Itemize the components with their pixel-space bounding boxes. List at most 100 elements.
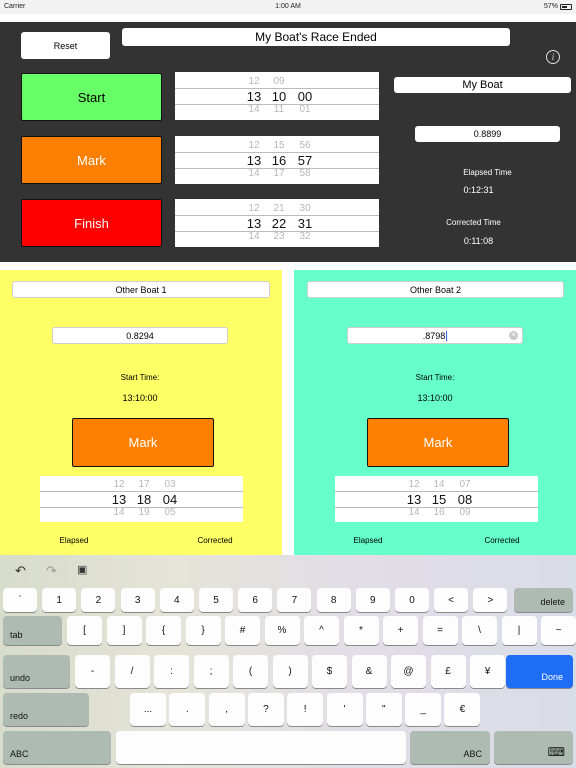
picker-minutes-column[interactable]: 09 10 11 (268, 72, 290, 120)
other-boat-2-panel: Other Boat 2 .8798 ✕ Start Time: 13:10:0… (294, 270, 576, 555)
char-key[interactable]: € (444, 693, 481, 726)
picker-minutes-column[interactable]: 21 22 23 (268, 199, 290, 247)
redo-key[interactable]: redo (3, 693, 89, 726)
boat-name-field[interactable]: Other Boat 2 (307, 281, 564, 298)
char-key[interactable]: | (501, 616, 537, 645)
undo-icon[interactable]: ↶ (15, 563, 26, 579)
picker-hours-column[interactable]: 12 13 14 (243, 199, 265, 247)
mark-button[interactable]: Mark (367, 418, 509, 467)
char-key[interactable]: ^ (304, 616, 339, 645)
start-time-picker[interactable]: 12 13 14 09 10 11 00 01 (175, 72, 379, 120)
char-key[interactable]: 3 (120, 588, 155, 612)
char-key[interactable]: _ (405, 693, 442, 726)
picker-minutes-column[interactable]: 17 18 19 (133, 476, 155, 522)
char-key[interactable]: ~ (541, 616, 576, 645)
start-button[interactable]: Start (21, 73, 162, 121)
done-key[interactable]: Done (506, 655, 573, 688)
mark-time-picker[interactable]: 12 13 14 17 18 19 03 04 05 (40, 476, 243, 522)
picker-minutes-column[interactable]: 15 16 17 (268, 136, 290, 184)
char-key[interactable]: 4 (159, 588, 194, 612)
mark-button[interactable]: Mark (72, 418, 214, 467)
battery-icon (560, 3, 572, 10)
picker-hours-column[interactable]: 12 13 14 (243, 136, 265, 184)
char-key[interactable]: @ (391, 655, 426, 688)
char-key[interactable]: > (473, 588, 508, 612)
char-key[interactable]: = (422, 616, 458, 645)
char-key[interactable]: % (264, 616, 300, 645)
picker-hours-column[interactable]: 12 13 14 (403, 476, 425, 522)
char-key[interactable]: 9 (355, 588, 390, 612)
picker-minutes-column[interactable]: 14 15 16 (428, 476, 450, 522)
redo-icon[interactable]: ↷ (46, 563, 57, 579)
char-key[interactable]: 8 (316, 588, 351, 612)
rating-field[interactable]: .8798 ✕ (347, 327, 523, 344)
char-key[interactable]: ` (3, 588, 37, 612)
picker-hours-column[interactable]: 12 13 14 (108, 476, 130, 522)
char-key[interactable]: # (225, 616, 260, 645)
char-key[interactable]: 6 (238, 588, 273, 612)
char-key[interactable]: , (208, 693, 245, 726)
mark-time-picker[interactable]: 12 13 14 15 16 17 56 57 58 (175, 136, 379, 184)
picker-seconds-column[interactable]: 30 31 32 (294, 199, 316, 247)
boat-name-field[interactable]: Other Boat 1 (12, 281, 270, 298)
delete-key[interactable]: delete (514, 588, 573, 612)
boat-name-field[interactable]: My Boat (394, 77, 571, 93)
mark-time-picker[interactable]: 12 13 14 14 15 16 07 08 09 (335, 476, 538, 522)
tab-key[interactable]: tab (3, 616, 62, 645)
char-key[interactable]: £ (430, 655, 466, 688)
char-key[interactable]: $ (312, 655, 347, 688)
picker-seconds-column[interactable]: 07 08 09 (454, 476, 476, 522)
char-key[interactable]: 0 (395, 588, 429, 612)
char-key[interactable]: ! (287, 693, 324, 726)
mark-button[interactable]: Mark (21, 136, 162, 184)
finish-time-picker[interactable]: 12 13 14 21 22 23 30 31 32 (175, 199, 379, 247)
char-key[interactable]: ? (247, 693, 284, 726)
char-key[interactable]: * (343, 616, 379, 645)
char-key[interactable]: 1 (42, 588, 77, 612)
char-key[interactable]: { (146, 616, 181, 645)
keyboard-toolbar: ↶ ↷ ▣ (0, 555, 576, 585)
char-key[interactable]: ] (106, 616, 142, 645)
reset-button[interactable]: Reset (21, 32, 110, 59)
clear-icon[interactable]: ✕ (509, 331, 518, 340)
char-key[interactable]: & (351, 655, 387, 688)
char-key[interactable]: ) (272, 655, 308, 688)
paste-icon[interactable]: ▣ (77, 563, 87, 576)
char-key[interactable]: / (114, 655, 150, 688)
rating-field[interactable]: 0.8294 (52, 327, 228, 344)
abc-key-left[interactable]: ABC (3, 731, 111, 764)
char-key[interactable]: 2 (81, 588, 116, 612)
char-key[interactable]: : (154, 655, 189, 688)
char-key[interactable]: 5 (199, 588, 233, 612)
rating-field[interactable]: 0.8899 (415, 126, 560, 142)
char-key[interactable]: ( (233, 655, 268, 688)
keyboard-dismiss-key[interactable]: ⌨ (494, 731, 573, 764)
char-key[interactable]: ... (130, 693, 166, 726)
char-key[interactable]: + (383, 616, 418, 645)
char-key[interactable]: - (75, 655, 110, 688)
corrected-label: Corrected (484, 536, 520, 545)
char-key[interactable]: ; (193, 655, 229, 688)
char-key[interactable]: \ (462, 616, 497, 645)
space-key[interactable] (116, 731, 406, 764)
char-key[interactable]: [ (67, 616, 102, 645)
race-title-field[interactable]: My Boat's Race Ended (122, 28, 510, 46)
status-time: 1:00 AM (275, 3, 301, 10)
finish-button[interactable]: Finish (21, 199, 162, 247)
char-key[interactable]: " (365, 693, 402, 726)
char-key[interactable]: < (434, 588, 469, 612)
abc-key-right[interactable]: ABC (410, 731, 490, 764)
char-key[interactable]: 7 (277, 588, 312, 612)
char-key[interactable]: ' (326, 693, 363, 726)
keyboard-dismiss-icon: ⌨ (547, 745, 565, 759)
undo-key[interactable]: undo (3, 655, 70, 688)
char-key[interactable]: . (169, 693, 206, 726)
picker-seconds-column[interactable]: 56 57 58 (294, 136, 316, 184)
other-boat-1-panel: Other Boat 1 0.8294 Start Time: 13:10:00… (0, 270, 282, 555)
char-key[interactable]: } (185, 616, 221, 645)
picker-hours-column[interactable]: 12 13 14 (243, 72, 265, 120)
picker-seconds-column[interactable]: 03 04 05 (159, 476, 181, 522)
picker-seconds-column[interactable]: 00 01 (294, 72, 316, 120)
info-icon[interactable]: i (546, 50, 560, 64)
char-key[interactable]: ¥ (470, 655, 505, 688)
